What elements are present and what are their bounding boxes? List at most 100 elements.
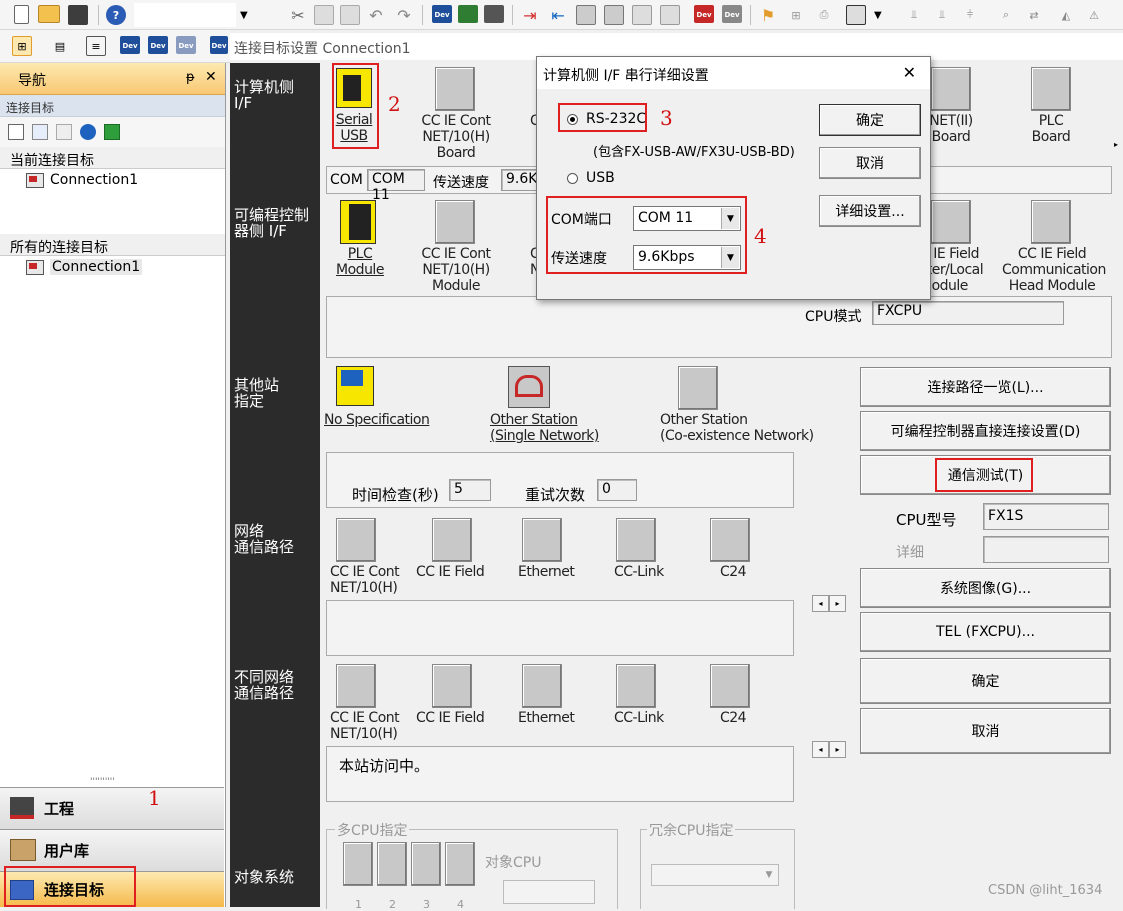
- network-scroller[interactable]: ◂ ▸: [812, 595, 846, 612]
- copy-icon[interactable]: [314, 5, 334, 25]
- cpu-1-tile[interactable]: [343, 842, 373, 886]
- ccie-module-tile[interactable]: [435, 200, 475, 244]
- undo-icon[interactable]: ↶: [366, 5, 386, 25]
- contact-b-icon[interactable]: ⫫: [932, 5, 952, 25]
- verify-icon[interactable]: [484, 5, 504, 23]
- cpu-3-tile[interactable]: [411, 842, 441, 886]
- contact-a-icon[interactable]: ⫫: [904, 5, 924, 25]
- warning-icon[interactable]: ⚠: [1084, 5, 1104, 25]
- cancel-button[interactable]: 取消: [860, 708, 1111, 754]
- coexistence-network-tile[interactable]: [678, 366, 718, 410]
- network-ccie-tile[interactable]: [336, 518, 376, 562]
- diff-cclink-tile[interactable]: [616, 664, 656, 708]
- paste-icon[interactable]: [340, 5, 360, 25]
- open-folder-icon[interactable]: [38, 5, 60, 23]
- dev-read-icon[interactable]: Dev: [432, 5, 452, 23]
- current-connection-item[interactable]: Connection1: [0, 169, 225, 191]
- dialog-ok-button[interactable]: 确定: [819, 104, 921, 136]
- network-cclink-tile[interactable]: [616, 518, 656, 562]
- dev-icon-4[interactable]: Dev: [210, 36, 228, 54]
- other-station-single-option[interactable]: Other Station (Single Network): [490, 366, 600, 446]
- toolbar-dropdown-arrow[interactable]: ▼: [240, 10, 248, 21]
- network-ethernet-tile[interactable]: [522, 518, 562, 562]
- refresh-icon[interactable]: [104, 124, 120, 140]
- no-specification-option[interactable]: No Specification: [324, 366, 430, 432]
- dev-icon-3[interactable]: Dev: [176, 36, 196, 54]
- cut-icon[interactable]: ✂: [288, 5, 308, 25]
- dialog-close-icon[interactable]: ✕: [903, 63, 916, 82]
- network-route-panel: [326, 600, 794, 656]
- dev-icon-1[interactable]: Dev: [120, 36, 140, 54]
- print-icon[interactable]: ⎙: [814, 5, 834, 25]
- dev-icon-2[interactable]: Dev: [148, 36, 168, 54]
- pin-icon[interactable]: ᵽ: [186, 70, 195, 85]
- route-list-button[interactable]: 连接路径一览(L)...: [860, 367, 1111, 407]
- project-tab[interactable]: 工程: [0, 787, 224, 829]
- dev-clear-icon[interactable]: Dev: [722, 5, 742, 23]
- ccie-board-label: CC IE Cont NET/10(H) Board: [421, 113, 491, 161]
- diff-c24-tile[interactable]: [710, 664, 750, 708]
- monitor-stop-icon[interactable]: [604, 5, 624, 25]
- new-file-icon[interactable]: [14, 5, 29, 24]
- new-connection-icon[interactable]: [8, 124, 24, 140]
- usb-radio[interactable]: USB: [567, 170, 615, 186]
- highlight-com-speed: [546, 196, 747, 274]
- help-icon[interactable]: ?: [106, 5, 126, 25]
- detail-settings-button[interactable]: 详细设置...: [819, 195, 921, 227]
- dev-write-icon[interactable]: Dev: [694, 5, 714, 23]
- scroll-right-icon[interactable]: ▸: [829, 741, 846, 758]
- redo-icon[interactable]: ↷: [394, 5, 414, 25]
- device-batch-icon[interactable]: [632, 5, 652, 25]
- save-icon[interactable]: [68, 5, 88, 25]
- diff-ethernet-tile[interactable]: [522, 664, 562, 708]
- splitter-grip[interactable]: '''''''''': [90, 777, 115, 787]
- scroll-left-icon[interactable]: ◂: [812, 741, 829, 758]
- net2-board-tile[interactable]: [931, 67, 971, 111]
- monitor-icon[interactable]: [576, 5, 596, 25]
- time-check-field[interactable]: 5: [449, 479, 491, 501]
- network-c24-tile[interactable]: [710, 518, 750, 562]
- write-icon[interactable]: [458, 5, 478, 23]
- paste-connection-icon[interactable]: [56, 124, 72, 140]
- screen-icon[interactable]: [846, 5, 866, 25]
- ladder-icon[interactable]: ⊞: [786, 5, 806, 25]
- close-icon[interactable]: ✕: [205, 69, 217, 85]
- network-field-tile[interactable]: [432, 518, 472, 562]
- diff-network-scroller[interactable]: ◂ ▸: [812, 741, 846, 758]
- direct-connection-button[interactable]: 可编程控制器直接连接设置(D): [860, 411, 1111, 451]
- plc-board-tile[interactable]: [1031, 67, 1071, 111]
- user-library-tab[interactable]: 用户库: [0, 829, 224, 871]
- replace-icon[interactable]: ⇄: [1024, 5, 1044, 25]
- project-tree-icon[interactable]: ⊞: [12, 36, 32, 56]
- retry-field[interactable]: 0: [597, 479, 637, 501]
- all-connection-item[interactable]: Connection1: [0, 256, 225, 278]
- find-icon[interactable]: ⌕: [996, 5, 1016, 25]
- device-test-icon[interactable]: [660, 5, 680, 25]
- diff-field-tile[interactable]: [432, 664, 472, 708]
- diff-ccie-tile[interactable]: [336, 664, 376, 708]
- cpu-2-tile[interactable]: [377, 842, 407, 886]
- upload-icon[interactable]: ⇥: [520, 5, 540, 25]
- copy-connection-icon[interactable]: [32, 124, 48, 140]
- coil-icon[interactable]: ⫩: [960, 5, 980, 25]
- field-head-tile[interactable]: [1031, 200, 1071, 244]
- field-master-tile[interactable]: [931, 200, 971, 244]
- plc-module-option[interactable]: PLC Module: [336, 198, 386, 282]
- graph-icon[interactable]: ◭: [1056, 5, 1076, 25]
- system-image-button[interactable]: 系统图像(G)...: [860, 568, 1111, 608]
- properties-icon[interactable]: [80, 124, 96, 140]
- diagnostic-icon[interactable]: ⚑: [758, 5, 778, 25]
- dialog-cancel-button[interactable]: 取消: [819, 147, 921, 179]
- toolbar-overflow-arrow[interactable]: ▼: [874, 10, 882, 21]
- list-icon[interactable]: ≡: [86, 36, 106, 56]
- module-icon[interactable]: ▤: [50, 36, 70, 56]
- tel-fxcpu-button[interactable]: TEL (FXCPU)...: [860, 612, 1111, 652]
- download-icon[interactable]: ⇤: [548, 5, 568, 25]
- ccie-board-tile[interactable]: [435, 67, 475, 111]
- redundant-select[interactable]: ▼: [651, 864, 779, 886]
- cpu-4-tile[interactable]: [445, 842, 475, 886]
- scroll-left-icon[interactable]: ◂: [812, 595, 829, 612]
- scroll-right-icon[interactable]: ▸: [829, 595, 846, 612]
- right-scroll-arrow[interactable]: ▸: [1114, 140, 1118, 149]
- ok-button[interactable]: 确定: [860, 658, 1111, 704]
